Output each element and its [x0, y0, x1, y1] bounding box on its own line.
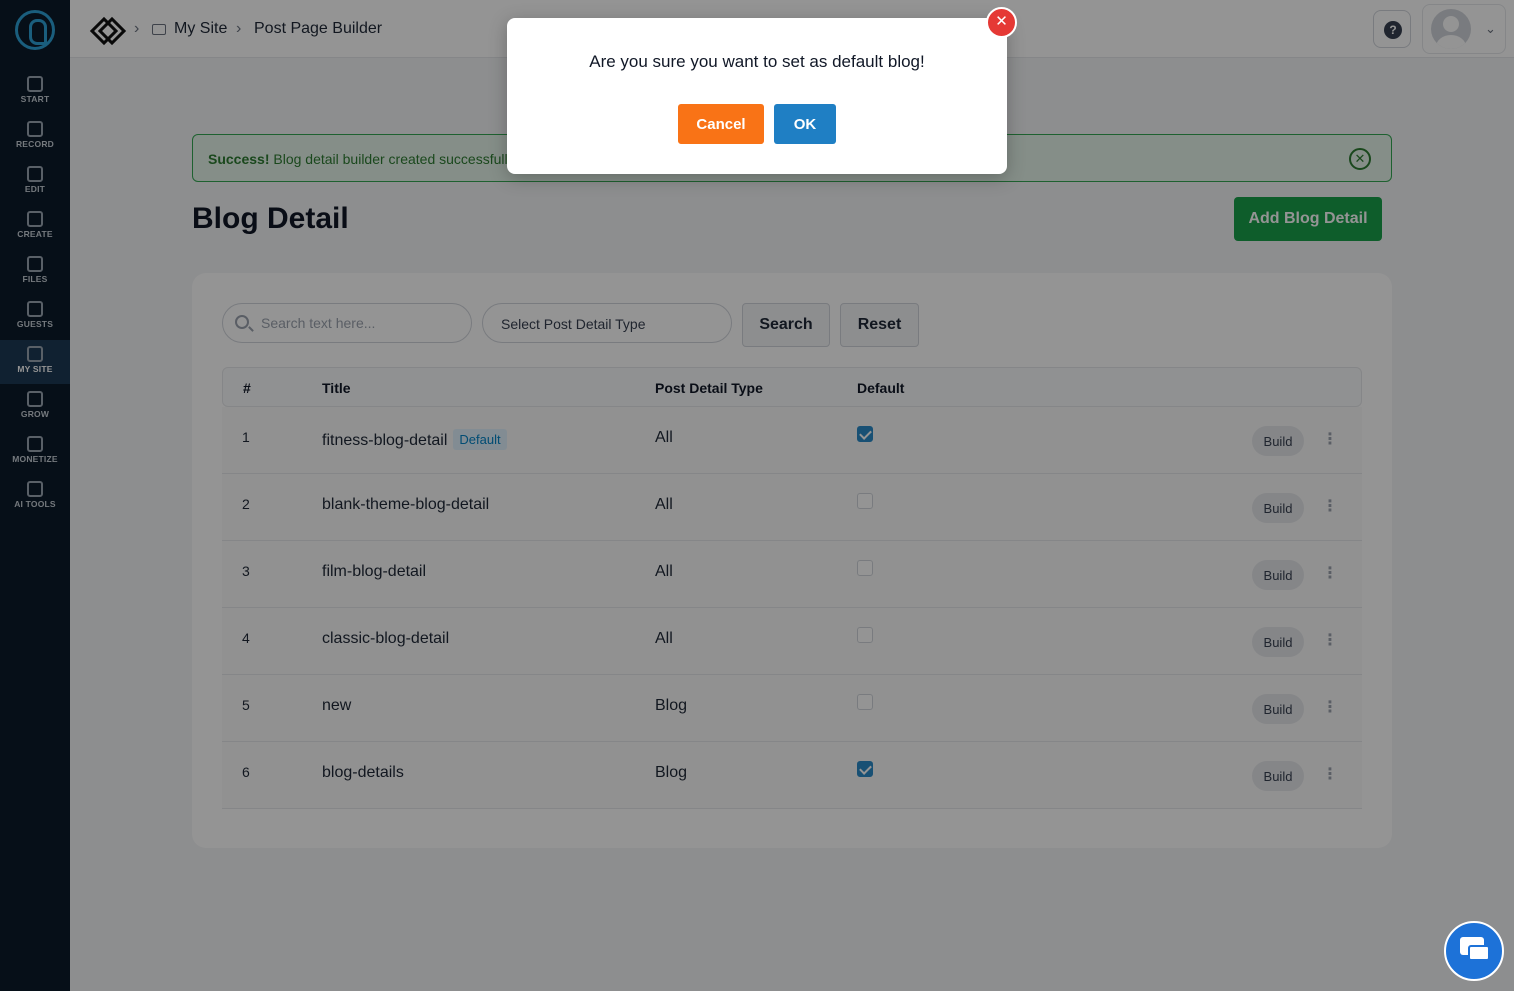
chat-button[interactable]: [1444, 921, 1504, 981]
close-dialog-icon[interactable]: ✕: [986, 7, 1017, 38]
confirm-dialog: Are you sure you want to set as default …: [507, 18, 1007, 174]
cancel-button[interactable]: Cancel: [678, 104, 764, 144]
ok-button[interactable]: OK: [774, 104, 836, 144]
confirm-question: Are you sure you want to set as default …: [589, 52, 925, 71]
